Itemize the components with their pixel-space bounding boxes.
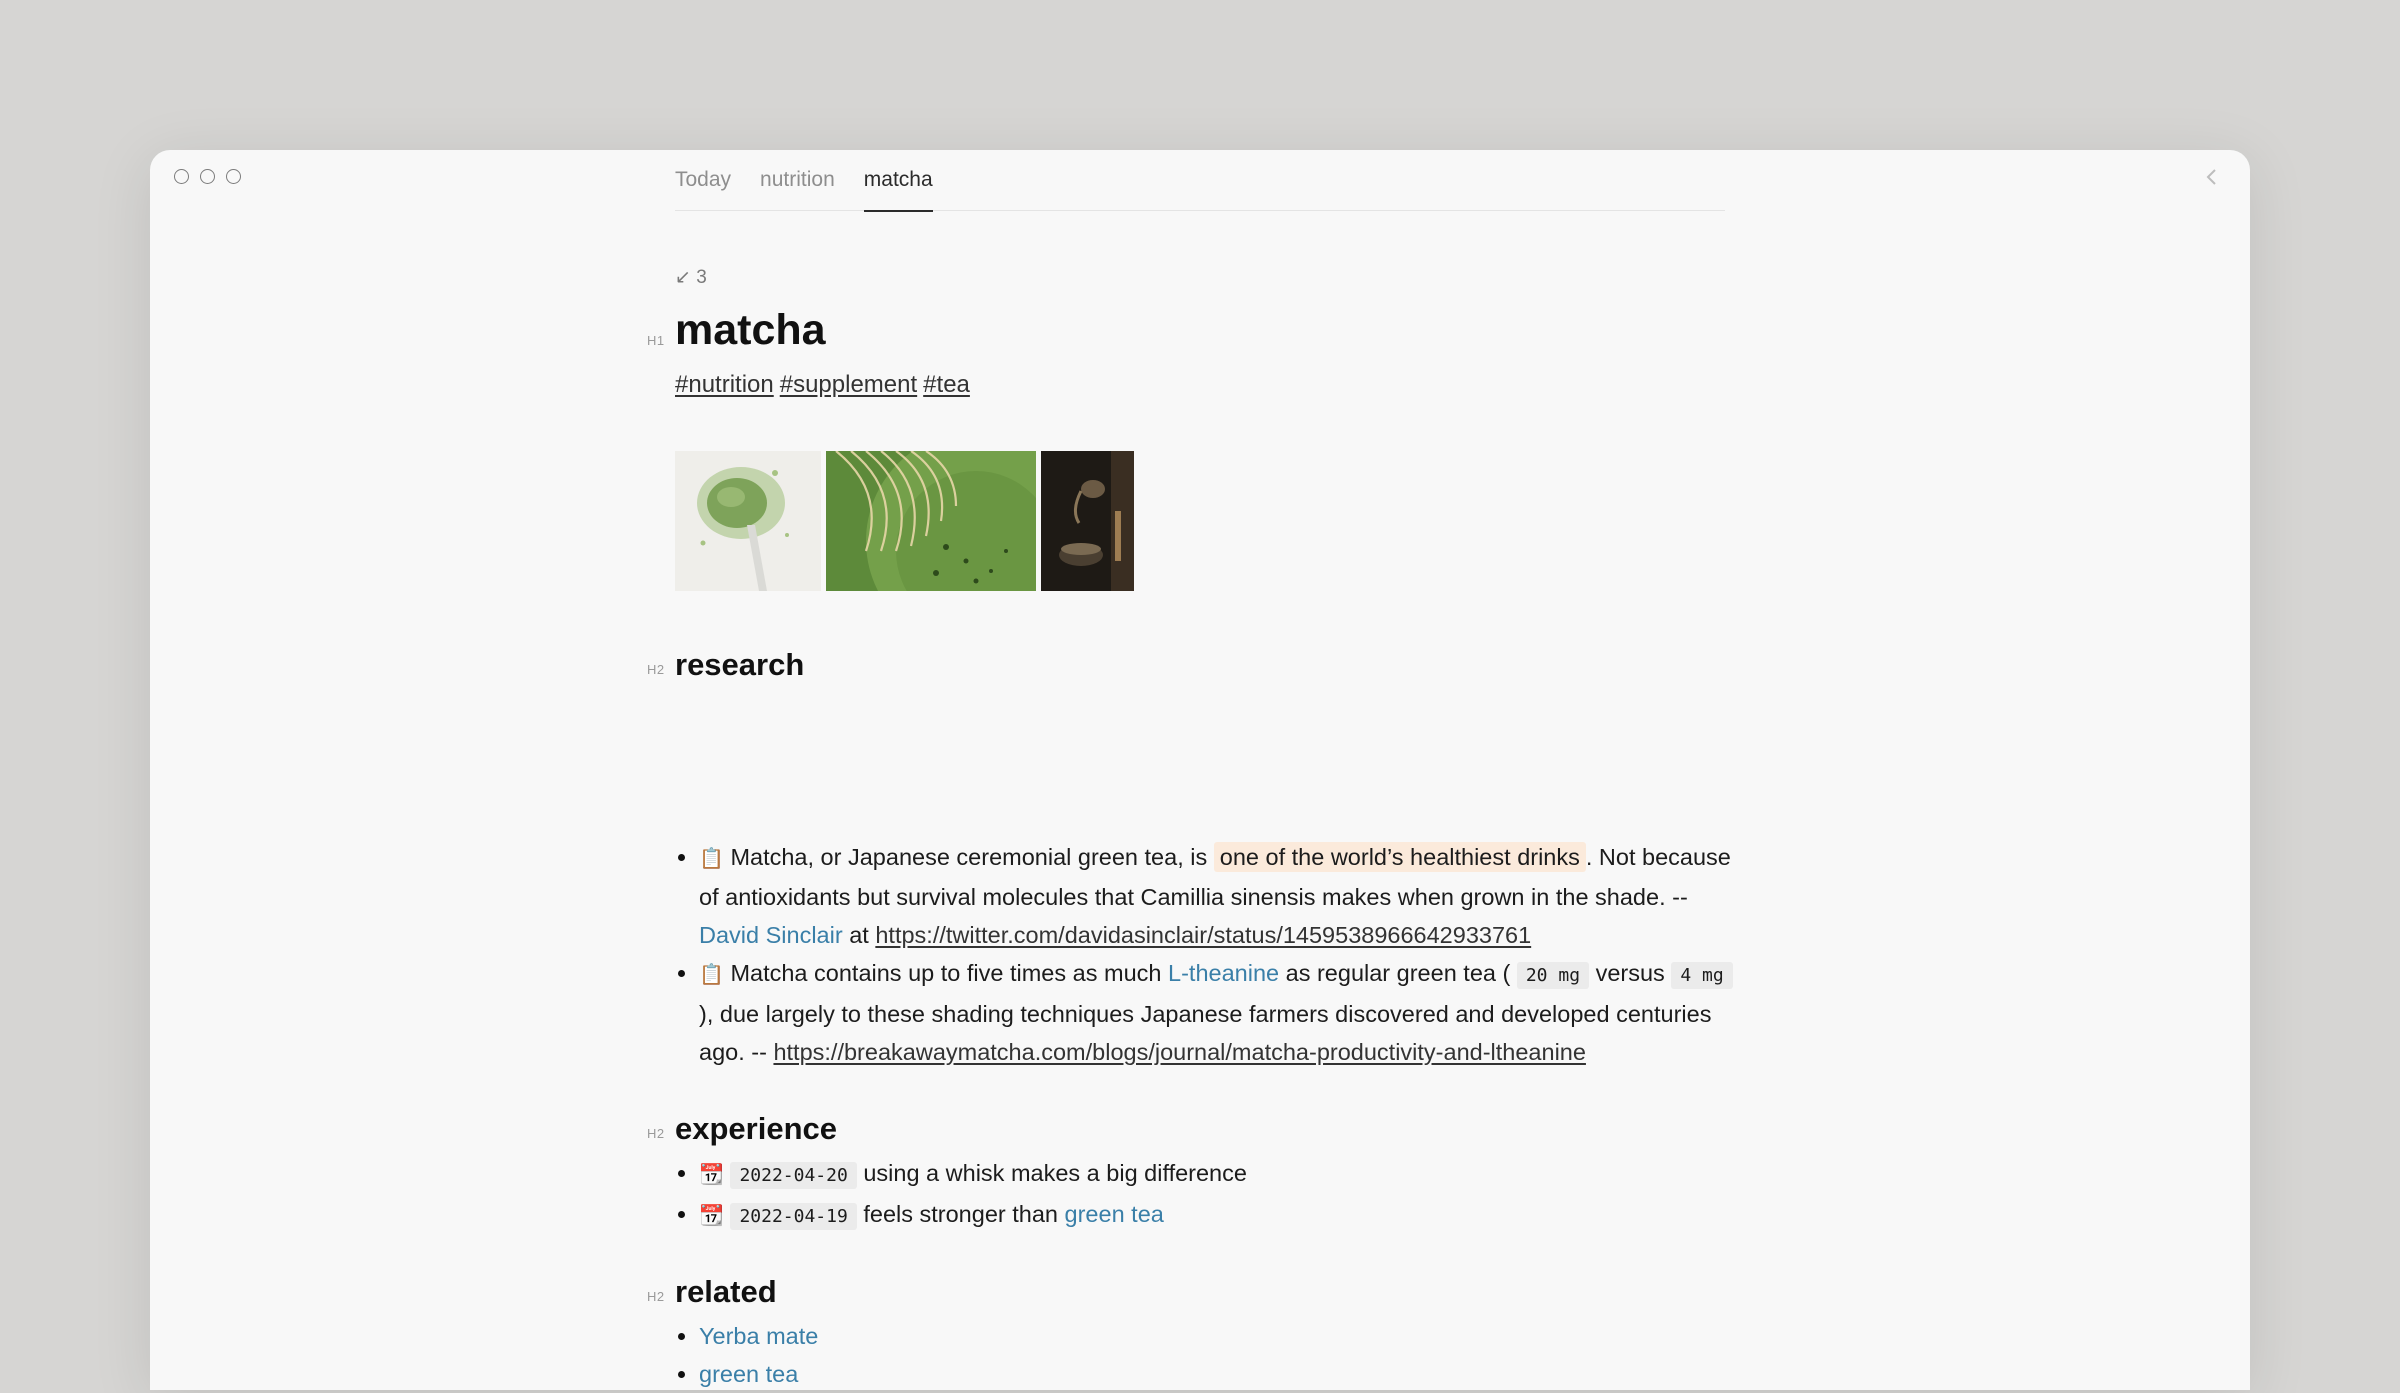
list-item[interactable]: 📆 2022-04-20 using a whisk makes a big d…: [678, 1154, 1735, 1195]
app-window: Today nutrition matcha ↙ 3 H1 matcha #nu…: [150, 150, 2250, 1390]
image-gallery: [675, 451, 1134, 591]
page-title[interactable]: matcha: [675, 306, 826, 355]
date-stamp: 2022-04-20: [730, 1162, 857, 1189]
research-text: Matcha contains up to five times as much: [730, 960, 1162, 986]
tag-list: #nutrition #supplement #tea: [675, 371, 976, 399]
calendar-icon: 📆: [699, 1164, 724, 1186]
inline-code: 20 mg: [1516, 962, 1590, 989]
tab-matcha[interactable]: matcha: [863, 150, 933, 212]
date-stamp: 2022-04-19: [730, 1203, 857, 1230]
tab-today[interactable]: Today: [675, 150, 731, 210]
h2-label-related: H2: [647, 1289, 665, 1304]
h2-label-experience: H2: [647, 1126, 665, 1141]
link-green-tea[interactable]: green tea: [699, 1361, 798, 1387]
inline-code: 4 mg: [1671, 962, 1733, 989]
list-item[interactable]: 📋 Matcha, or Japanese ceremonial green t…: [678, 838, 1735, 954]
window-controls: [174, 169, 241, 184]
related-list: Yerba mate green tea: [675, 1317, 1735, 1393]
clipboard-icon: 📋: [699, 964, 724, 986]
experience-list: 📆 2022-04-20 using a whisk makes a big d…: [675, 1154, 1735, 1236]
calendar-icon: 📆: [699, 1205, 724, 1227]
experience-text: feels stronger than: [863, 1201, 1058, 1227]
list-item[interactable]: Yerba mate: [678, 1317, 1735, 1355]
list-item[interactable]: 📋 Matcha contains up to five times as mu…: [678, 954, 1735, 1071]
highlighted-text: one of the world’s healthiest drinks: [1213, 842, 1586, 872]
research-text: at: [849, 922, 869, 948]
url-twitter[interactable]: https://twitter.com/davidasinclair/statu…: [875, 922, 1531, 948]
url-breakaway-matcha[interactable]: https://breakawaymatcha.com/blogs/journa…: [773, 1039, 1585, 1065]
research-list: 📋 Matcha, or Japanese ceremonial green t…: [675, 838, 1735, 1071]
link-david-sinclair[interactable]: David Sinclair: [699, 922, 843, 948]
list-item[interactable]: 📆 2022-04-19 feels stronger than green t…: [678, 1195, 1735, 1236]
heading-experience[interactable]: experience: [675, 1111, 837, 1147]
list-item[interactable]: green tea: [678, 1355, 1735, 1393]
link-green-tea[interactable]: green tea: [1065, 1201, 1164, 1227]
tag-supplement[interactable]: #supplement: [780, 371, 917, 398]
tag-nutrition[interactable]: #nutrition: [675, 371, 774, 398]
minimize-window-button[interactable]: [200, 169, 215, 184]
back-chevron-icon[interactable]: [2202, 165, 2222, 189]
experience-text: using a whisk makes a big difference: [863, 1160, 1247, 1186]
research-text: versus: [1595, 960, 1665, 986]
close-window-button[interactable]: [174, 169, 189, 184]
matcha-whisk-bowl-image[interactable]: [826, 451, 1036, 591]
link-l-theanine[interactable]: L-theanine: [1168, 960, 1279, 986]
link-yerba-mate[interactable]: Yerba mate: [699, 1323, 818, 1349]
h1-label: H1: [647, 333, 665, 348]
heading-related[interactable]: related: [675, 1274, 777, 1310]
backlinks-count[interactable]: ↙ 3: [675, 266, 707, 289]
tea-ceremony-image[interactable]: [1041, 451, 1134, 591]
heading-research[interactable]: research: [675, 647, 804, 683]
zoom-window-button[interactable]: [226, 169, 241, 184]
tab-nutrition[interactable]: nutrition: [760, 150, 835, 210]
research-text: Matcha, or Japanese ceremonial green tea…: [730, 844, 1208, 870]
matcha-powder-spoon-image[interactable]: [675, 451, 821, 591]
tab-bar: Today nutrition matcha: [675, 150, 1725, 212]
tag-tea[interactable]: #tea: [923, 371, 970, 398]
clipboard-icon: 📋: [699, 848, 724, 870]
research-text: as regular green tea (: [1285, 960, 1511, 986]
h2-label-research: H2: [647, 662, 665, 677]
